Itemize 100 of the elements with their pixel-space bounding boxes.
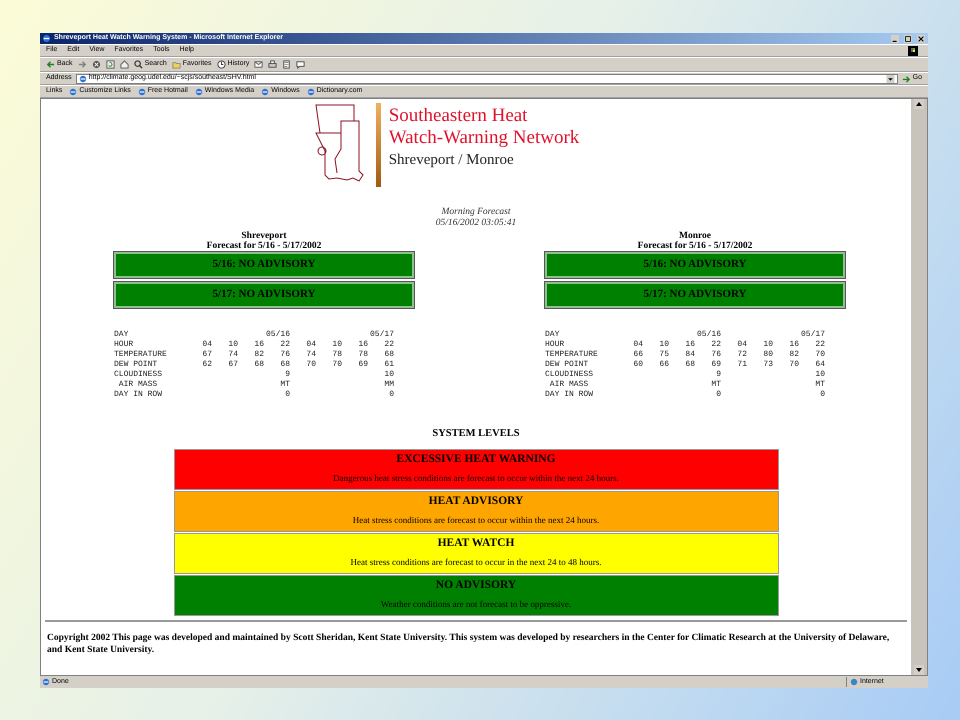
table-value: 70 [305,360,316,370]
maximize-icon[interactable] [903,34,913,42]
scroll-down-icon[interactable] [911,665,927,675]
table-value: 16 [684,340,695,350]
page-icon [261,88,270,96]
issued-time: 05/16/2002 03:05:41 [434,218,518,229]
search-icon [134,60,143,69]
table-value: 04 [632,340,643,350]
speech-bubble-icon[interactable] [296,60,306,69]
table-value: 0 [819,390,825,400]
table-value: 69 [357,360,368,370]
globe-icon [850,678,858,686]
table-value: 16 [357,340,368,350]
table-value: 10 [814,370,825,380]
table-value: 78 [331,350,342,360]
table-value: 10 [762,340,773,350]
table-value: 04 [201,340,212,350]
forward-arrow-icon[interactable] [78,60,87,69]
row-label: TEMPERATURE [545,350,599,360]
row-label: TEMPERATURE [114,350,168,360]
advisory-banner: 5/16: NO ADVISORY [545,252,845,278]
table-value: 68 [253,360,264,370]
table-value: 05/17 [800,330,825,340]
table-value: 76 [279,350,290,360]
table-value: 68 [279,360,290,370]
scrollbar[interactable] [911,99,927,675]
minimize-icon[interactable] [890,34,900,42]
table-value: 0 [284,390,290,400]
row-label: DEW POINT [114,360,158,370]
row-label: DAY [114,330,130,340]
table-value: MT [279,380,290,390]
refresh-icon[interactable] [106,60,115,69]
table-value: 76 [710,350,721,360]
table-value: 74 [227,350,238,360]
browser-icon [42,34,51,43]
level-name: EXCESSIVE HEAT WARNING [395,452,557,466]
scroll-up-icon[interactable] [911,99,927,109]
page-icon [306,88,315,96]
table-value: 70 [788,360,799,370]
copyright-text: Copyright 2002 This page was developed and maintained by Scott Sheridan, Kent State University. This system was developed by researchers in the Center for Climatic Research at the University of Delaware, and Kent State University. [46,632,890,656]
printer-icon[interactable] [268,60,278,69]
table-value: 68 [684,360,695,370]
city-name: Monroe [678,231,712,241]
table-value: 69 [710,360,721,370]
table-value: 61 [383,360,394,370]
table-value: 22 [710,340,721,350]
advisory-banner: 5/16: NO ADVISORY [114,252,414,278]
level-name: HEAT WATCH [436,536,516,550]
table-value: 67 [201,350,212,360]
row-label: DAY IN ROW [545,390,594,400]
level-name: HEAT ADVISORY [428,494,524,508]
forecast-type: Morning Forecast [440,207,512,218]
home-icon[interactable] [120,60,129,69]
table-value: 70 [814,350,825,360]
stop-icon[interactable] [92,60,101,69]
advisory-banner: 5/17: NO ADVISORY [114,282,414,308]
table-value: 10 [383,370,394,380]
table-value: 62 [201,360,212,370]
dropdown-arrow-icon[interactable] [886,74,895,82]
table-value: MT [814,380,825,390]
table-value: 04 [305,340,316,350]
envelope-icon[interactable] [254,60,264,69]
city-name: Shreveport [240,231,288,241]
level-description: Heat stress conditions are forecast to occur in the next 24 to 48 hours. [350,557,602,568]
folder-icon [172,60,181,69]
table-value: 66 [632,350,643,360]
table-value: 10 [227,340,238,350]
page-icon [138,88,146,96]
table-value: 80 [762,350,773,360]
table-value: MT [710,380,721,390]
row-label: DEW POINT [545,360,590,370]
page-icon [69,88,78,96]
row-label: AIR MASS [548,380,590,390]
level-description: Heat stress conditions are forecast to occur within the next 24 hours. [352,515,600,526]
row-label: DAY IN ROW [114,390,164,400]
table-value: 71 [736,360,747,370]
table-value: 16 [788,340,799,350]
forecast-period: Forecast for 5/16 - 5/17/2002 [206,241,322,252]
table-value: 60 [632,360,643,370]
row-label: HOUR [545,340,566,350]
table-value: 22 [383,340,394,350]
table-value: 9 [284,370,290,380]
document-icon[interactable] [282,60,292,69]
table-value: 75 [658,350,669,360]
row-label: CLOUDINESS [545,370,594,380]
table-value: 82 [253,350,264,360]
close-icon[interactable] [916,34,926,42]
back-arrow-icon [46,60,55,69]
table-value: 0 [388,390,394,400]
row-label: AIR MASS [118,380,158,390]
table-value: 74 [305,350,316,360]
table-value: 84 [684,350,695,360]
logo-title: Watch-Warning Network [388,127,580,149]
table-value: 22 [279,340,290,350]
table-value: 9 [715,370,721,380]
table-value: 22 [814,340,825,350]
advisory-banner: 5/17: NO ADVISORY [545,282,845,308]
row-label: CLOUDINESS [114,370,164,380]
level-description: Weather conditions are not forecast to be oppressive. [380,599,572,610]
clock-icon [216,60,226,69]
